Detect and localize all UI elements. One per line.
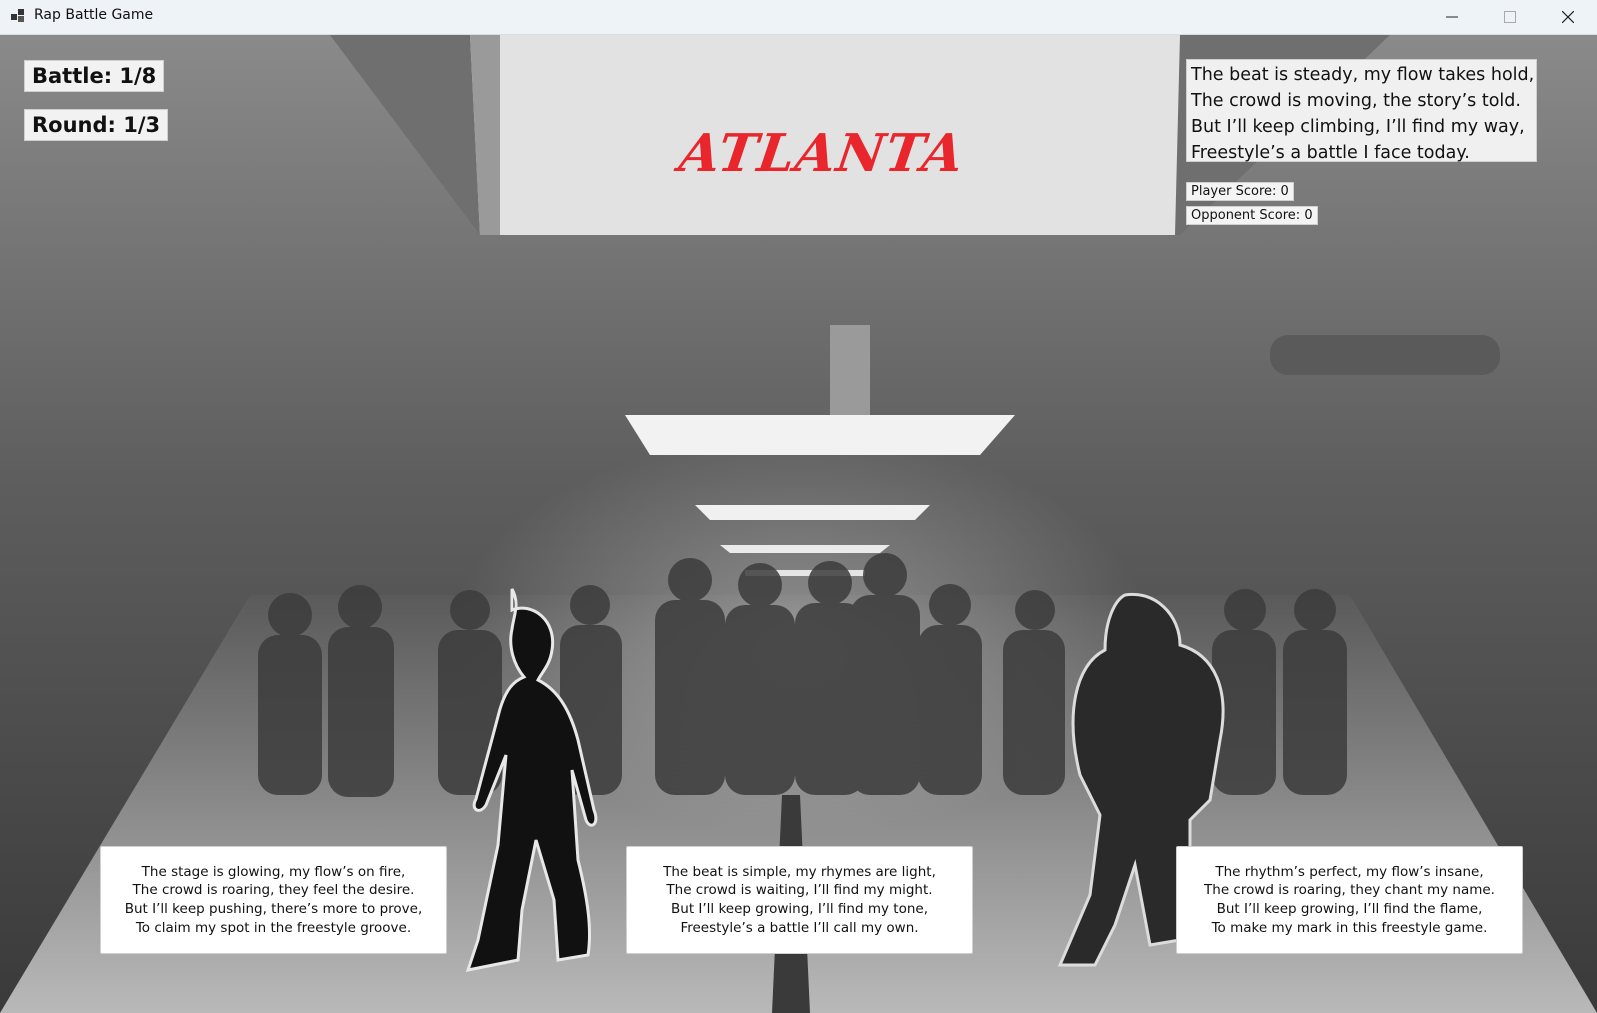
minimize-icon [1446,16,1458,18]
player-score: Player Score: 0 [1186,182,1294,201]
app-icon [11,9,24,22]
opponent-score: Opponent Score: 0 [1186,206,1318,225]
option-line: The stage is glowing, my flow’s on fire, [141,863,406,880]
option-line: The crowd is roaring, they feel the desi… [132,882,415,899]
verse-option-2[interactable]: The beat is simple, my rhymes are light,… [626,846,973,954]
close-button[interactable] [1539,0,1597,34]
option-line: But I’ll keep growing, I’ll find my tone… [671,901,928,917]
option-line: The crowd is roaring, they chant my name… [1204,882,1495,899]
window-title: Rap Battle Game [34,7,154,23]
city-title: ATLANTA [675,123,969,184]
option-line: To make my mark in this freestyle game. [1211,919,1488,936]
option-line: The rhythm’s perfect, my flow’s insane, [1215,863,1484,880]
verse-option-1[interactable]: The stage is glowing, my flow’s on fire,… [100,846,447,954]
option-line: The beat is simple, my rhymes are light, [663,863,936,880]
verse-line: The crowd is moving, the story’s told. [1191,91,1521,111]
option-line: But I’ll keep pushing, there’s more to p… [124,901,423,917]
verse-line: But I’ll keep climbing, I’ll find my way… [1191,117,1525,137]
minimize-button[interactable] [1423,0,1481,34]
opponent-verse: The beat is steady, my flow takes hold, … [1186,59,1537,163]
verse-option-3[interactable]: The rhythm’s perfect, my flow’s insane, … [1176,846,1523,954]
game-scene: Battle: 1/8 Round: 1/3 ATLANTA The beat … [0,35,1597,1013]
round-counter: Round: 1/3 [24,109,169,141]
option-line: To claim my spot in the freestyle groove… [135,919,412,936]
maximize-button[interactable] [1481,0,1539,34]
battle-counter: Battle: 1/8 [24,60,165,92]
option-line: But I’ll keep growing, I’ll find the fla… [1216,901,1483,917]
verse-line: Freestyle’s a battle I face today. [1191,143,1470,163]
close-icon [1562,11,1574,23]
verse-line: The beat is steady, my flow takes hold, [1191,65,1535,85]
option-line: The crowd is waiting, I’ll find my might… [666,882,933,899]
maximize-icon [1504,11,1516,23]
window-titlebar: Rap Battle Game [0,0,1597,35]
option-line: Freestyle’s a battle I’ll call my own. [680,919,919,936]
